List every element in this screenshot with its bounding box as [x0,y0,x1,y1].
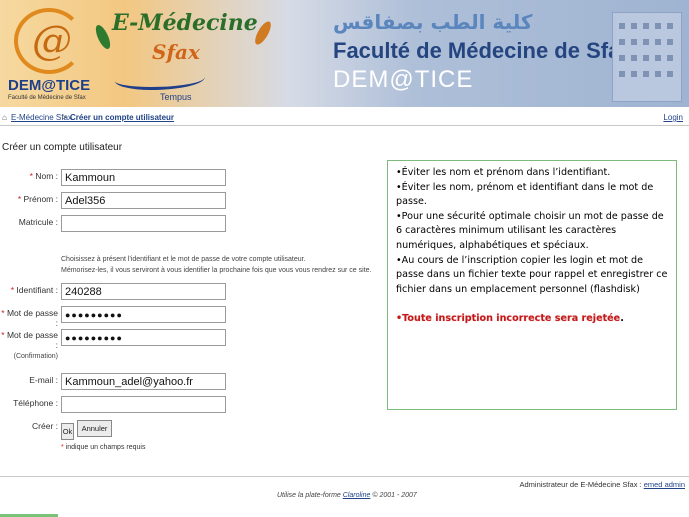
telephone-input[interactable] [61,396,226,413]
password-label: * Mot de passe : [1,308,58,328]
claroline-link[interactable]: Claroline [343,492,371,499]
matricule-input[interactable] [61,215,226,232]
ok-button[interactable]: Ok [61,423,74,440]
emedecine-city: Sfax [152,40,200,64]
tempus-swoosh-icon [115,68,205,90]
password-confirm-input[interactable]: ●●●●●●●●● [61,329,226,346]
faculty-arabic-name: كلية الطب بصفاقس [333,10,533,34]
advice-item: •Au cours de l’inscription copier les lo… [396,254,668,295]
password-input[interactable]: ●●●●●●●●● [61,306,226,323]
faculty-building-image [612,12,682,102]
identifiant-label: * Identifiant : [10,285,58,295]
footer-copyright: Utilise la plate-forme Claroline © 2001 … [277,492,417,499]
email-input[interactable]: Kammoun_adel@yahoo.fr [61,373,226,390]
prenom-label: * Prénom : [17,194,58,204]
breadcrumb: ⌂ E-Médecine Sfax > Créer un compte util… [0,112,689,126]
dematice-banner-text: DEM@TICE [333,66,474,93]
emedecine-title: E-Médecine [112,10,258,36]
breadcrumb-current-link[interactable]: Créer un compte utilisateur [70,113,174,122]
footer-admin: Administrateur de E-Médecine Sfax : emed… [519,480,685,489]
telephone-label: Téléphone : [13,398,58,408]
prenom-input[interactable]: Adel356 [61,192,226,209]
advice-item: •Pour une sécurité optimale choisir un m… [396,210,664,251]
footer-divider [0,476,689,477]
page-title: Créer un compte utilisateur [2,142,123,153]
admin-link[interactable]: emed admin [644,480,685,489]
cancel-button[interactable]: Annuler [77,420,112,437]
breadcrumb-divider [0,125,689,126]
required-note: * indique un champs requis [61,444,146,451]
advice-item: •Éviter les nom et prénom dans l’identif… [396,167,611,178]
matricule-label: Matricule : [18,217,58,227]
rejection-warning: •Toute inscription incorrecte sera rejet… [396,313,624,325]
nom-input[interactable]: Kammoun [61,169,226,186]
password-confirm-label: * Mot de passe : (Confirmation) [1,330,58,360]
login-link[interactable]: Login [663,113,683,122]
faculty-name: Faculté de Médecine de Sfax [333,38,633,63]
identifiant-input[interactable]: 240288 [61,283,226,300]
credentials-help-line1: Choisissez à présent l'identifiant et le… [61,256,306,263]
tempus-label: Tempus [160,92,192,102]
at-logo-icon: @ [32,18,72,64]
home-icon: ⌂ [2,113,7,122]
breadcrumb-separator: > [62,113,67,122]
leaf-icon [92,23,114,51]
dematice-logo-text: DEM@TICE [8,77,91,94]
dematice-logo-subtitle: Faculté de Médecine de Sfax [8,95,86,101]
email-label: E-mail : [29,375,58,385]
advice-item: •Éviter les nom, prénom et identifiant d… [396,181,654,208]
password-advice-box: •Éviter les nom et prénom dans l’identif… [387,160,677,410]
credentials-help-line2: Mémorisez-les, il vous serviront à vous … [61,267,372,274]
nom-label: * Nom : [29,171,58,181]
header-banner: @ DEM@TICE Faculté de Médecine de Sfax E… [0,0,689,107]
create-label: Créer : [32,421,58,431]
